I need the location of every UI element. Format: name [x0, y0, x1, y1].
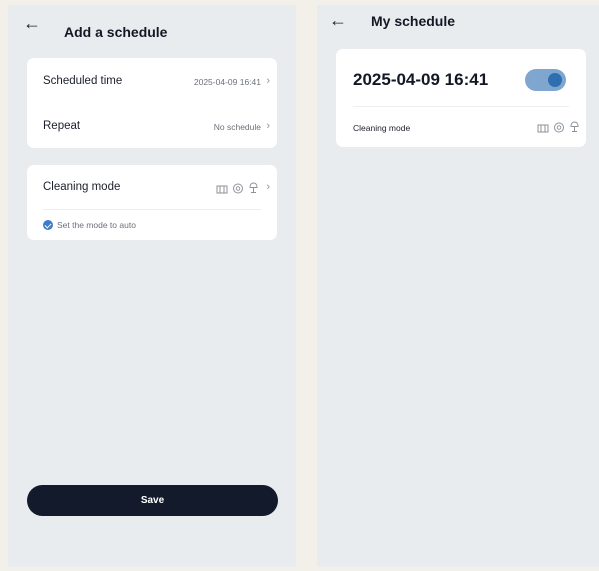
cleaning-mode-icons [216, 182, 259, 194]
scheduled-time-value: 2025-04-09 16:41 [193, 77, 261, 87]
sweep-icon [232, 183, 244, 194]
cleaning-mode-label: Cleaning mode [43, 181, 121, 193]
cleaning-mode-row[interactable]: Cleaning mode › [27, 165, 277, 209]
page-title: Add a schedule [64, 24, 168, 40]
back-arrow-icon[interactable]: ← [329, 11, 347, 29]
divider [43, 209, 261, 210]
schedule-enable-toggle[interactable] [525, 69, 566, 91]
repeat-value: No schedule [213, 122, 261, 132]
page-title: My schedule [371, 13, 456, 29]
my-schedule-screen: ← My schedule 2025-04-09 16:41 Cleaning … [317, 5, 599, 567]
cleaning-mode-card: Cleaning mode › Set the mode to auto [27, 165, 277, 240]
cleaning-mode-icons [537, 121, 580, 133]
auto-mode-note-text: Set the mode to auto [57, 220, 136, 230]
divider [353, 106, 569, 107]
vacuum-icon [537, 122, 549, 133]
chevron-right-icon: › [266, 181, 270, 193]
mop-icon [248, 182, 259, 194]
toggle-knob [548, 73, 562, 87]
check-circle-icon [43, 220, 53, 230]
chevron-right-icon: › [266, 75, 270, 87]
vacuum-icon [216, 183, 228, 194]
schedule-card[interactable]: 2025-04-09 16:41 Cleaning mode [336, 49, 586, 147]
add-schedule-screen: ← Add a schedule Scheduled time 2025-04-… [8, 5, 296, 567]
schedule-time: 2025-04-09 16:41 [353, 70, 489, 89]
scheduled-time-label: Scheduled time [43, 75, 123, 87]
chevron-right-icon: › [266, 120, 270, 132]
cleaning-mode-label: Cleaning mode [353, 123, 411, 133]
save-button[interactable]: Save [27, 485, 278, 516]
add-schedule-header: ← Add a schedule [8, 5, 296, 41]
repeat-label: Repeat [43, 120, 81, 132]
scheduled-time-row[interactable]: Scheduled time 2025-04-09 16:41 › [27, 58, 277, 103]
repeat-row[interactable]: Repeat No schedule › [27, 103, 277, 148]
my-schedule-header: ← My schedule [317, 5, 599, 41]
back-arrow-icon[interactable]: ← [23, 14, 41, 32]
mop-icon [569, 121, 580, 133]
sweep-icon [553, 122, 565, 133]
auto-mode-note: Set the mode to auto [43, 220, 136, 230]
schedule-settings-card: Scheduled time 2025-04-09 16:41 › Repeat… [27, 58, 277, 148]
